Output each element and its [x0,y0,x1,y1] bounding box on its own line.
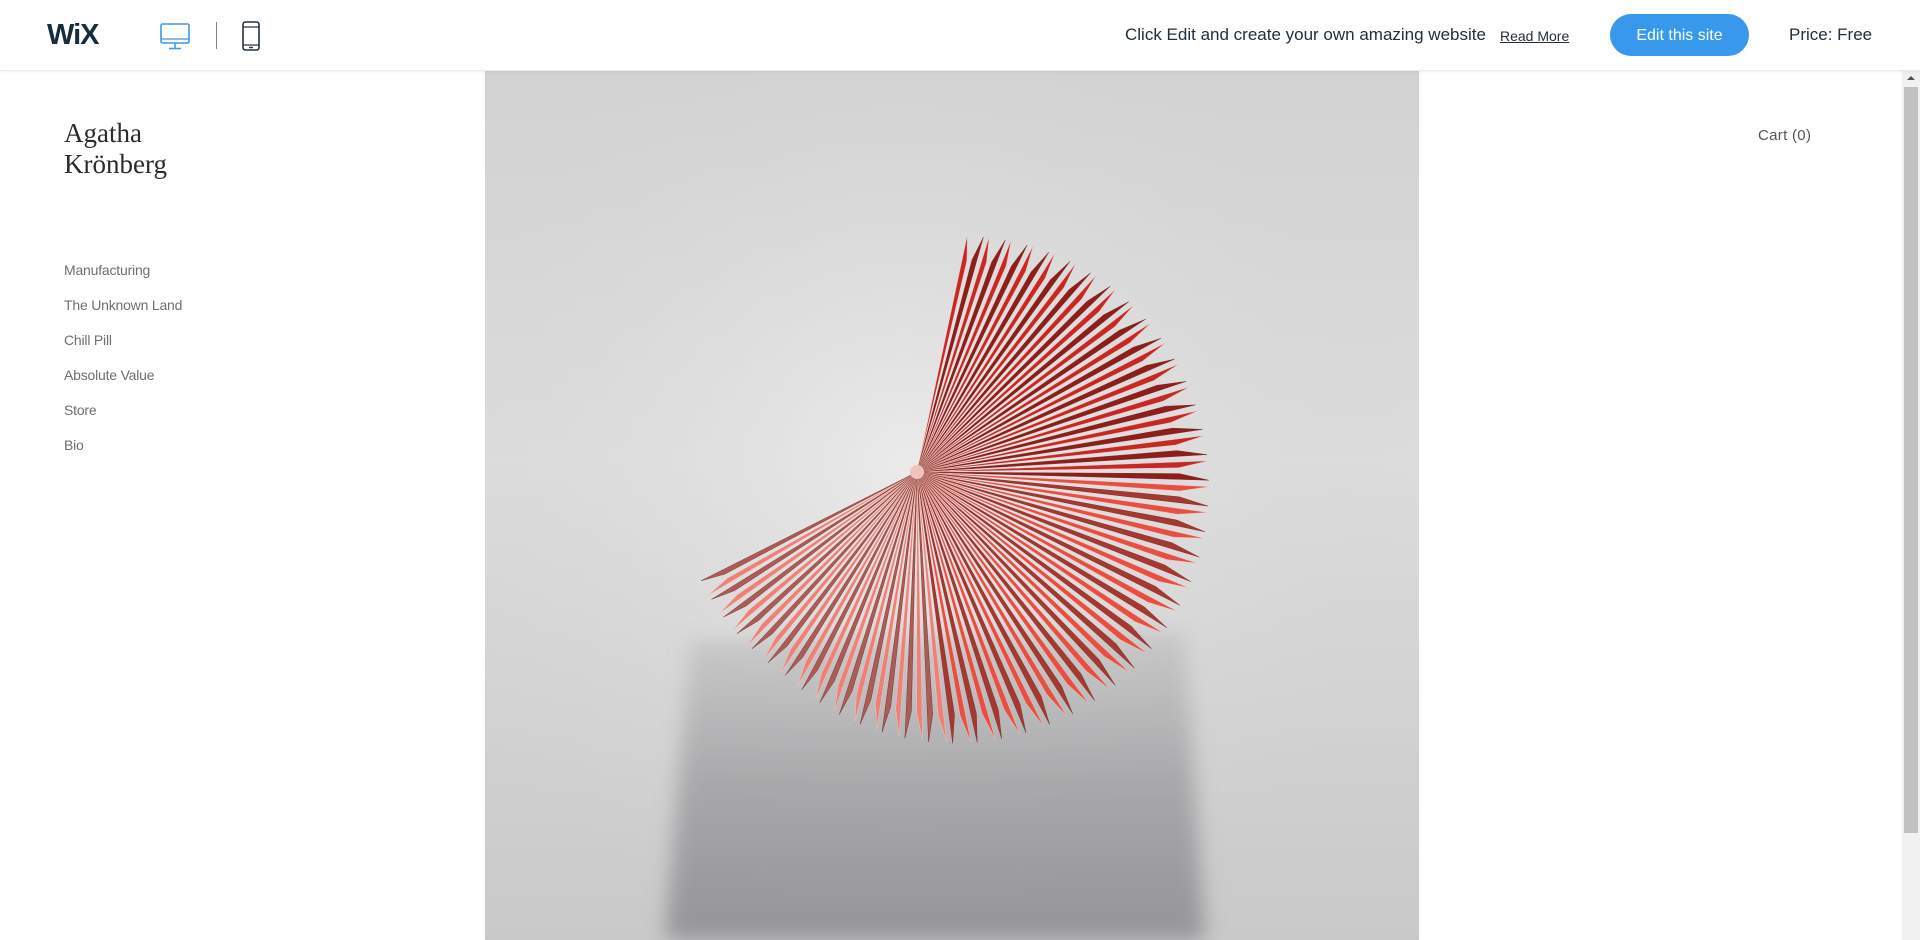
edit-site-button[interactable]: Edit this site [1610,14,1749,56]
desktop-view-icon[interactable] [159,20,191,52]
promo-text: Click Edit and create your own amazing w… [1125,25,1486,44]
cart-link[interactable]: Cart (0) [1758,127,1811,144]
wix-logo[interactable]: WiX [47,20,100,50]
read-more-link[interactable]: Read More [1500,28,1569,44]
price-label: Price: Free [1789,25,1873,44]
nav-item-absolute-value[interactable]: Absolute Value [64,363,182,398]
mobile-view-icon[interactable] [240,20,262,52]
nav-item-chill-pill[interactable]: Chill Pill [64,328,182,363]
site-navigation: Manufacturing The Unknown Land Chill Pil… [64,258,182,468]
site-title[interactable]: Agatha Krönberg [64,118,167,180]
hero-image-paper-fan [485,71,1419,940]
nav-item-manufacturing[interactable]: Manufacturing [64,258,182,293]
site-title-line1: Agatha [64,118,142,148]
scroll-up-arrow-icon[interactable] [1902,71,1920,85]
page-scrollbar[interactable] [1902,71,1920,940]
wix-top-bar: WiX Click Edit and create your own amazi… [0,0,1920,71]
nav-item-the-unknown-land[interactable]: The Unknown Land [64,293,182,328]
site-title-line2: Krönberg [64,149,167,179]
device-divider [216,22,217,49]
fan-pivot [910,465,924,479]
nav-item-bio[interactable]: Bio [64,433,182,468]
scroll-thumb[interactable] [1904,87,1918,833]
nav-item-store[interactable]: Store [64,398,182,433]
